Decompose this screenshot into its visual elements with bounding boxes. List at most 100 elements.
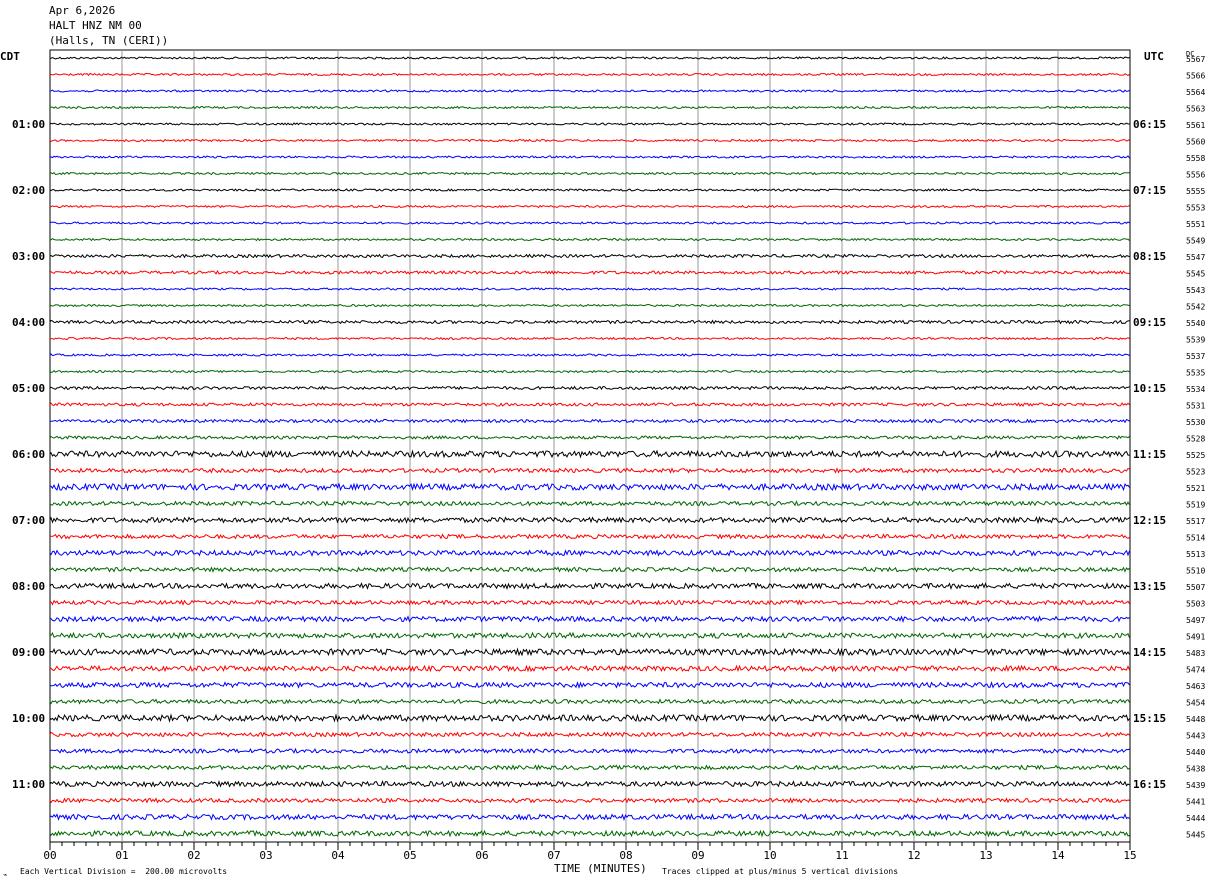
dc-offset-label: 5555 bbox=[1186, 187, 1205, 196]
dc-offset-label: 5556 bbox=[1186, 171, 1205, 180]
trace-line bbox=[50, 72, 1130, 77]
left-hour-label: 05:00 bbox=[12, 382, 45, 395]
dc-offset-label: 5540 bbox=[1186, 319, 1205, 328]
right-hour-label: 16:15 bbox=[1133, 778, 1166, 791]
clip-note: Traces clipped at plus/minus 5 vertical … bbox=[662, 867, 899, 876]
right-hour-label: 09:15 bbox=[1133, 316, 1166, 329]
dc-offset-label: 5523 bbox=[1186, 468, 1205, 477]
right-hour-label: 10:15 bbox=[1133, 382, 1166, 395]
dc-offset-label: 5531 bbox=[1186, 402, 1205, 411]
left-hour-label: 08:00 bbox=[12, 580, 45, 593]
trace-line bbox=[49, 482, 1130, 492]
vertical-scale-note: Each Vertical Division = 200.00 microvol… bbox=[20, 867, 228, 876]
right-hour-label: 11:15 bbox=[1133, 448, 1166, 461]
dc-offset-label: 5535 bbox=[1186, 369, 1205, 378]
trace-line bbox=[49, 713, 1130, 723]
trace-line bbox=[49, 319, 1130, 325]
dc-offset-label: 5497 bbox=[1186, 616, 1205, 625]
trace-line bbox=[49, 171, 1130, 176]
trace-line bbox=[49, 680, 1130, 689]
trace-line bbox=[49, 89, 1130, 93]
dc-offset-label: 5517 bbox=[1186, 517, 1205, 526]
trace-line bbox=[49, 336, 1130, 341]
dc-offset-label: 5549 bbox=[1186, 237, 1205, 246]
dc-offset-label: 5528 bbox=[1186, 435, 1205, 444]
trace-line bbox=[49, 467, 1130, 474]
right-hour-label: 13:15 bbox=[1133, 580, 1166, 593]
dc-offset-label: 5564 bbox=[1186, 88, 1205, 97]
left-hour-label: 09:00 bbox=[12, 646, 45, 659]
dc-offset-label: 5454 bbox=[1186, 699, 1205, 708]
trace-line bbox=[49, 747, 1130, 755]
trace-line bbox=[50, 303, 1130, 308]
x-tick-label: 14 bbox=[1051, 849, 1065, 862]
trace-line bbox=[49, 631, 1130, 640]
right-hour-label: 08:15 bbox=[1133, 250, 1166, 263]
dc-offset-label: 5551 bbox=[1186, 220, 1205, 229]
trace-line bbox=[49, 566, 1130, 573]
x-tick-label: 13 bbox=[979, 849, 992, 862]
dc-offset-label: 5566 bbox=[1186, 72, 1205, 81]
right-hour-label: 15:15 bbox=[1133, 712, 1166, 725]
trace-line bbox=[49, 813, 1130, 821]
dc-offset-label: 5444 bbox=[1186, 814, 1205, 823]
dc-offset-label: 5510 bbox=[1186, 567, 1205, 576]
trace-line bbox=[49, 698, 1130, 705]
trace-line bbox=[49, 615, 1130, 623]
trace-line bbox=[49, 353, 1130, 357]
scale-icon: ⌁ bbox=[3, 871, 8, 879]
x-tick-label: 05 bbox=[403, 849, 416, 862]
trace-line bbox=[49, 253, 1130, 259]
x-tick-label: 10 bbox=[763, 849, 776, 862]
trace-line bbox=[49, 204, 1130, 209]
dc-offset-label: 5438 bbox=[1186, 765, 1205, 774]
trace-line bbox=[49, 449, 1130, 459]
dc-offset-label: 5525 bbox=[1186, 451, 1205, 460]
left-hour-label: 01:00 bbox=[12, 118, 45, 131]
x-tick-label: 15 bbox=[1123, 849, 1136, 862]
dc-offset-label: 5448 bbox=[1186, 715, 1205, 724]
dc-offset-label: 5441 bbox=[1186, 798, 1205, 807]
dc-offset-label: 5507 bbox=[1186, 583, 1205, 592]
dc-offset-label: 5474 bbox=[1186, 666, 1205, 675]
left-hour-label: 03:00 bbox=[12, 250, 45, 263]
trace-line bbox=[49, 731, 1130, 738]
dc-offset-label: 5519 bbox=[1186, 501, 1205, 510]
dc-offset-label: 5561 bbox=[1186, 121, 1205, 130]
trace-line bbox=[49, 369, 1130, 374]
left-hour-label: 07:00 bbox=[12, 514, 45, 527]
trace-line bbox=[49, 549, 1130, 557]
trace-line bbox=[49, 237, 1130, 242]
left-hour-label: 11:00 bbox=[12, 778, 45, 791]
trace-line bbox=[49, 582, 1130, 591]
left-hour-label: 04:00 bbox=[12, 316, 45, 329]
trace-line bbox=[49, 515, 1130, 525]
dc-offset-label: 5560 bbox=[1186, 138, 1205, 147]
dc-offset-label: 5443 bbox=[1186, 732, 1205, 741]
left-hour-label: 06:00 bbox=[12, 448, 45, 461]
dc-offset-label: 5542 bbox=[1186, 303, 1205, 312]
x-tick-label: 07 bbox=[547, 849, 560, 862]
x-tick-label: 03 bbox=[259, 849, 272, 862]
x-tick-label: 09 bbox=[691, 849, 704, 862]
trace-line bbox=[49, 664, 1130, 673]
trace-line bbox=[49, 435, 1130, 440]
dc-offset-label: 5463 bbox=[1186, 682, 1205, 691]
trace-line bbox=[49, 402, 1130, 407]
x-tick-label: 02 bbox=[187, 849, 200, 862]
dc-offset-label: 5567 bbox=[1186, 55, 1205, 64]
dc-offset-label: 5563 bbox=[1186, 105, 1205, 114]
dc-offset-label: 5440 bbox=[1186, 748, 1205, 757]
trace-line bbox=[49, 829, 1130, 838]
x-tick-label: 08 bbox=[619, 849, 632, 862]
trace-line bbox=[49, 418, 1130, 424]
left-hour-label: 02:00 bbox=[12, 184, 45, 197]
trace-line bbox=[49, 780, 1130, 788]
dc-offset-label: 5530 bbox=[1186, 418, 1205, 427]
trace-line bbox=[49, 155, 1130, 159]
dc-offset-label: 5521 bbox=[1186, 484, 1205, 493]
dc-offset-label: 5545 bbox=[1186, 270, 1205, 279]
x-axis-title: TIME (MINUTES) bbox=[554, 862, 647, 875]
dc-offset-label: 5558 bbox=[1186, 154, 1205, 163]
trace-line bbox=[49, 647, 1130, 657]
